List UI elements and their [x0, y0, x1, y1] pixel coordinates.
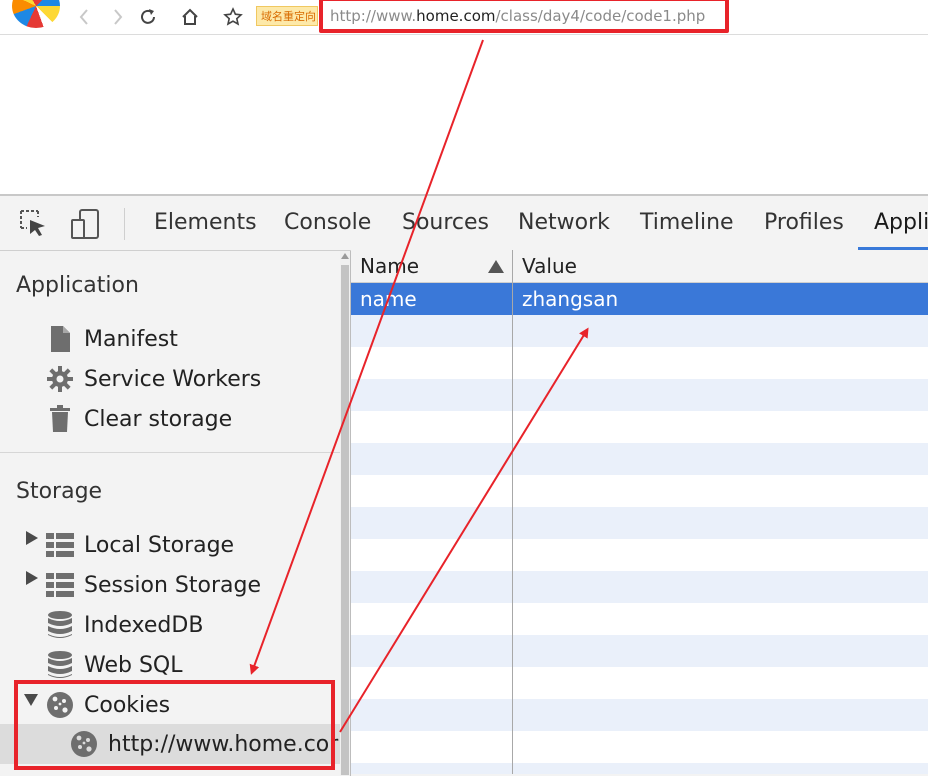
- sidebar-item-label: Local Storage: [84, 532, 235, 558]
- cookie-table: Name Value name zhangsan: [351, 250, 928, 774]
- section-divider: [0, 452, 340, 453]
- sidebar-item-session-storage[interactable]: Session Storage: [46, 567, 261, 603]
- home-icon[interactable]: [178, 5, 202, 29]
- sidebar-item-indexeddb[interactable]: IndexedDB: [46, 607, 203, 643]
- sidebar-item-label: Service Workers: [84, 366, 262, 392]
- column-header-name[interactable]: Name: [360, 254, 419, 278]
- inspect-element-icon[interactable]: [18, 208, 50, 240]
- devtools-tabbar: Elements Console Sources Network Timelin…: [0, 196, 928, 251]
- scroll-up-arrow-icon[interactable]: [341, 253, 349, 259]
- tab-separator: [124, 208, 125, 240]
- expand-arrow-icon[interactable]: [26, 531, 38, 545]
- table-row-empty: [351, 379, 928, 411]
- trash-icon: [46, 405, 74, 433]
- table-row-empty: [351, 699, 928, 731]
- sidebar-item-manifest[interactable]: Manifest: [46, 321, 178, 357]
- sidebar-item-web-sql[interactable]: Web SQL: [46, 647, 183, 683]
- sort-ascending-icon[interactable]: [488, 260, 504, 273]
- table-row-empty: [351, 571, 928, 603]
- tab-elements[interactable]: Elements: [154, 210, 257, 235]
- bookmark-star-icon[interactable]: [221, 5, 245, 29]
- sidebar-item-service-workers[interactable]: Service Workers: [46, 361, 261, 397]
- cookie-name-cell: name: [360, 287, 417, 311]
- table-grid-icon: [46, 571, 74, 599]
- tab-sources[interactable]: Sources: [402, 210, 489, 235]
- sidebar-item-clear-storage[interactable]: Clear storage: [46, 401, 232, 437]
- gear-icon: [46, 365, 74, 393]
- application-section-title: Application: [16, 273, 139, 298]
- sidebar-item-local-storage[interactable]: Local Storage: [46, 527, 234, 563]
- tab-console[interactable]: Console: [284, 210, 371, 235]
- sidebar-item-label: IndexedDB: [84, 612, 204, 638]
- sidebar-item-label: Clear storage: [84, 406, 233, 432]
- table-row-empty: [351, 763, 928, 774]
- sidebar-item-label: Session Storage: [84, 572, 262, 598]
- table-row-empty: [351, 443, 928, 475]
- table-row-empty: [351, 635, 928, 667]
- device-toolbar-icon[interactable]: [70, 208, 102, 240]
- column-header-value[interactable]: Value: [522, 254, 577, 278]
- tab-timeline[interactable]: Timeline: [640, 210, 734, 235]
- cookies-annotation-box: [14, 680, 335, 770]
- tab-application[interactable]: Appli: [874, 210, 928, 235]
- reload-icon[interactable]: [136, 5, 160, 29]
- table-grid-icon: [46, 531, 74, 559]
- sidebar-item-label: Web SQL: [84, 652, 183, 678]
- sidebar-scrollbar[interactable]: [340, 251, 351, 776]
- storage-section-title: Storage: [16, 479, 103, 504]
- cookie-value-cell: zhangsan: [522, 287, 619, 311]
- tab-profiles[interactable]: Profiles: [764, 210, 844, 235]
- database-icon: [46, 611, 74, 639]
- back-icon[interactable]: [72, 5, 96, 29]
- table-header: Name Value: [351, 250, 928, 283]
- expand-arrow-icon[interactable]: [26, 571, 38, 585]
- document-icon: [46, 325, 74, 353]
- table-row-empty: [351, 315, 928, 347]
- url-annotation-box: [319, 0, 729, 33]
- sidebar-item-label: Manifest: [84, 326, 178, 352]
- tab-network[interactable]: Network: [518, 210, 610, 235]
- browser-toolbar: 域名重定向 http://www.home.com/class/day4/cod…: [0, 0, 928, 35]
- scrollbar-thumb[interactable]: [341, 265, 349, 775]
- browser-logo-icon: [12, 0, 60, 28]
- column-divider[interactable]: [512, 250, 513, 774]
- database-icon: [46, 651, 74, 679]
- table-row-empty: [351, 507, 928, 539]
- forward-icon[interactable]: [106, 5, 130, 29]
- redirect-badge[interactable]: 域名重定向: [256, 6, 318, 26]
- table-row[interactable]: name zhangsan: [351, 283, 928, 315]
